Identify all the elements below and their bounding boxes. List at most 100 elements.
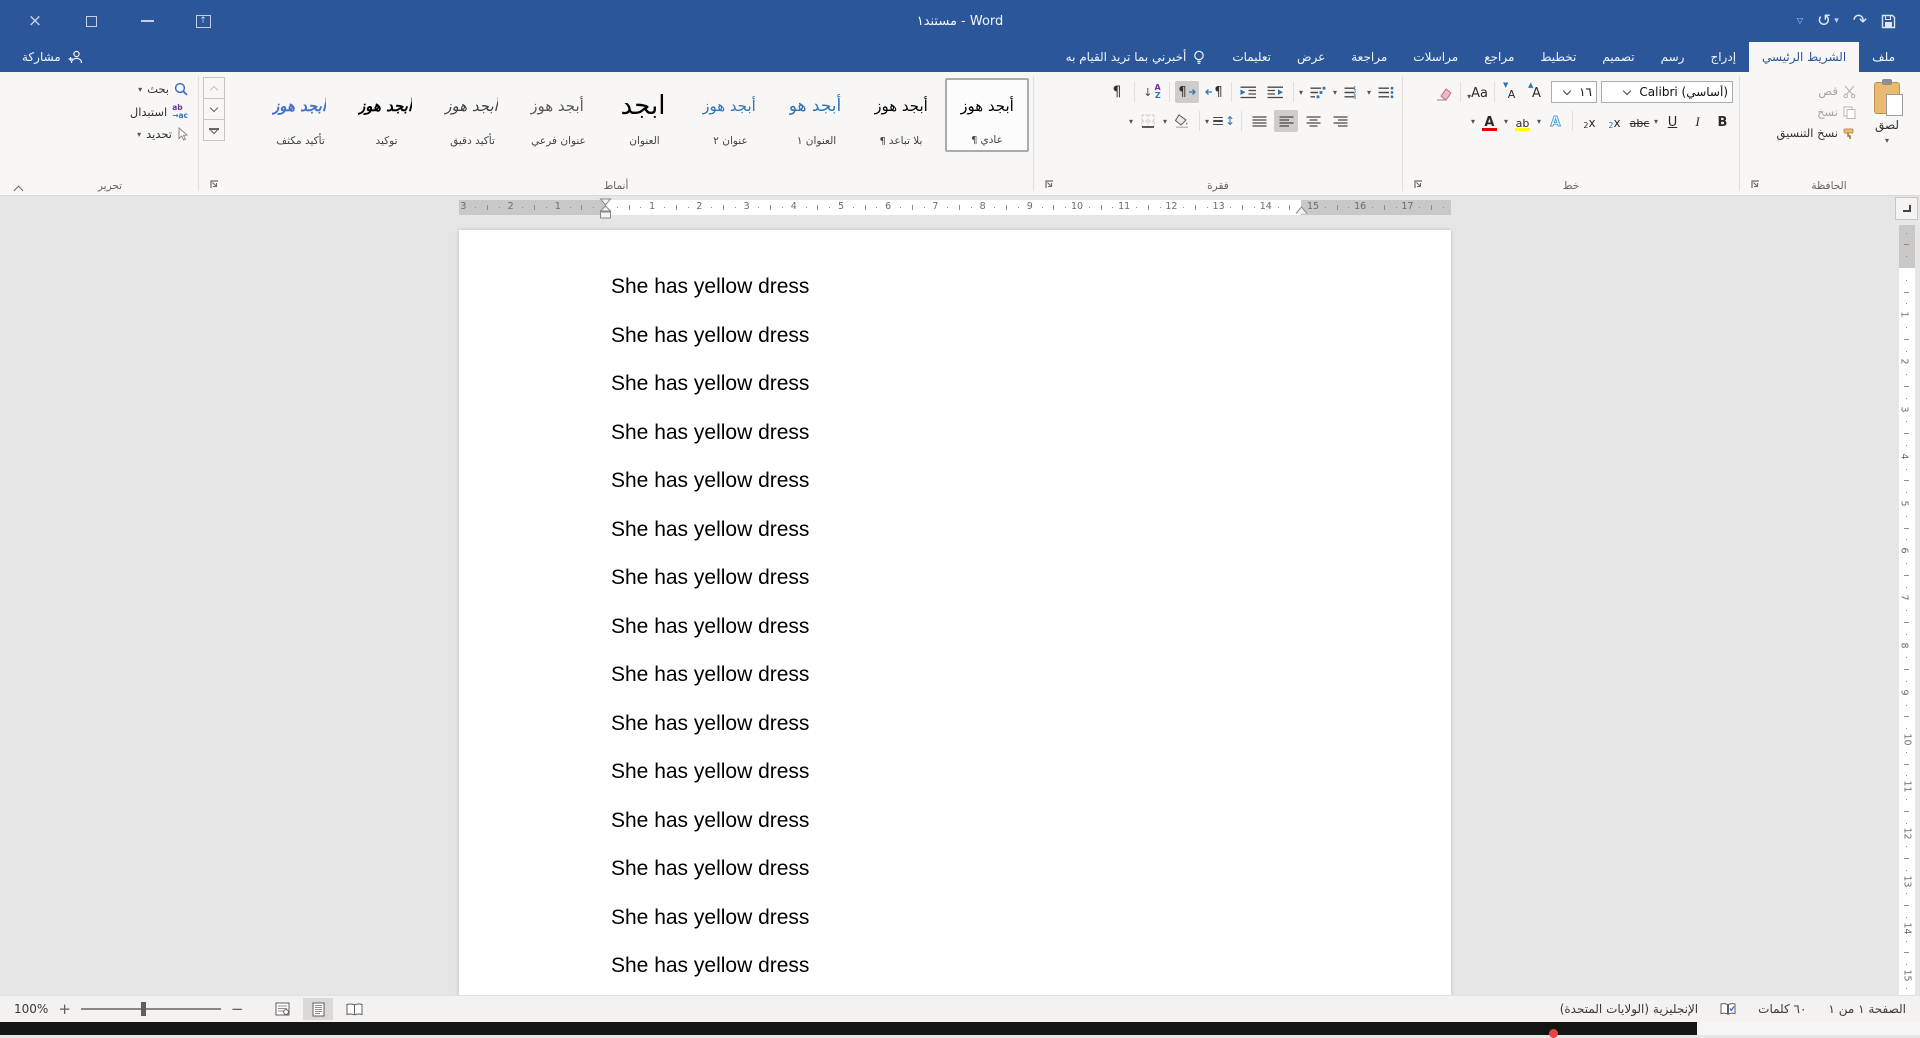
document-line[interactable]: She has yellow dress — [611, 506, 1451, 555]
document-line[interactable]: She has yellow dress — [611, 845, 1451, 894]
style-item-2[interactable]: أبجد هوز بلا تباعد¶ — [859, 78, 943, 152]
chevron-down-icon[interactable] — [1619, 91, 1635, 94]
style-item-4[interactable]: أبجد هوز عنوان ٢ — [687, 78, 771, 152]
paste-button[interactable]: لصق ▾ — [1860, 74, 1914, 170]
style-item-8[interactable]: أبجد هوز توكيد — [343, 78, 427, 152]
style-item-1[interactable]: أبجد هوز عادي¶ — [945, 78, 1029, 152]
zoom-level[interactable]: 100% — [14, 1002, 48, 1016]
tab-file[interactable]: ملف — [1859, 42, 1908, 72]
tab-help[interactable]: تعليمات — [1219, 42, 1284, 72]
justify-button[interactable] — [1247, 110, 1271, 132]
clear-formatting-button[interactable]: A — [1433, 81, 1454, 103]
copy-button[interactable]: نسخ — [1777, 105, 1857, 119]
align-left-button[interactable] — [1274, 110, 1298, 132]
document-line[interactable]: She has yellow dress — [611, 312, 1451, 361]
styles-more-button[interactable] — [203, 119, 225, 141]
bold-button[interactable]: B — [1712, 110, 1733, 132]
tab-view[interactable]: عرض — [1284, 42, 1338, 72]
subscript-button[interactable]: x2 — [1604, 110, 1625, 132]
document-body[interactable]: She has yellow dressShe has yellow dress… — [459, 230, 1451, 991]
proofing-status-button[interactable] — [1720, 1002, 1736, 1016]
zoom-slider[interactable] — [81, 1008, 221, 1010]
rtl-text-direction-button[interactable]: ¶ — [1202, 81, 1226, 103]
underline-button[interactable]: U — [1662, 110, 1683, 132]
document-line[interactable]: She has yellow dress — [611, 894, 1451, 943]
underline-dropdown-caret-icon[interactable]: ▾ — [1654, 117, 1658, 126]
style-item-7[interactable]: أبجد هوز تأكيد دقيق — [429, 78, 513, 152]
document-line[interactable]: She has yellow dress — [611, 700, 1451, 749]
document-line[interactable]: She has yellow dress — [611, 942, 1451, 991]
save-button[interactable] — [1881, 14, 1896, 29]
document-line[interactable]: She has yellow dress — [611, 457, 1451, 506]
undo-button[interactable]: ↺▾ — [1817, 13, 1839, 30]
document-line[interactable]: She has yellow dress — [611, 748, 1451, 797]
shading-dropdown-caret-icon[interactable]: ▾ — [1163, 117, 1167, 126]
numbering-button[interactable]: 123 — [1340, 81, 1364, 103]
web-layout-view-button[interactable] — [267, 998, 297, 1020]
font-color-dropdown-caret-icon[interactable]: ▾ — [1471, 117, 1475, 126]
print-layout-view-button[interactable] — [303, 998, 333, 1020]
tab-mailings[interactable]: مراسلات — [1400, 42, 1471, 72]
tab-layout[interactable]: تخطيط — [1527, 42, 1589, 72]
redo-button[interactable]: ↷ — [1853, 13, 1867, 30]
multilevel-list-button[interactable] — [1306, 81, 1330, 103]
borders-dropdown-caret-icon[interactable]: ▾ — [1129, 117, 1133, 126]
qat-customize-button[interactable]: ▽ — [1797, 17, 1803, 25]
numbering-dropdown-caret-icon[interactable]: ▾ — [1333, 88, 1337, 97]
document-area[interactable]: 1231234567891011121314151617 12345678910… — [0, 196, 1920, 995]
tab-stop-selector[interactable] — [1895, 197, 1918, 220]
page-indicator[interactable]: الصفحة ١ من ١ — [1828, 1002, 1906, 1016]
line-spacing-button[interactable]: ↕ — [1212, 110, 1236, 132]
shrink-font-button[interactable]: A▼ — [1501, 81, 1522, 103]
document-page[interactable]: She has yellow dressShe has yellow dress… — [459, 230, 1451, 995]
align-right-button[interactable] — [1328, 110, 1352, 132]
line-spacing-dropdown-caret-icon[interactable]: ▾ — [1205, 117, 1209, 126]
zoom-out-button[interactable]: − — [231, 1002, 244, 1017]
highlight-dropdown-caret-icon[interactable]: ▾ — [1504, 117, 1508, 126]
read-mode-view-button[interactable] — [339, 998, 369, 1020]
vertical-ruler[interactable]: 123456789101112131415 — [1899, 225, 1915, 995]
tab-design[interactable]: تصميم — [1589, 42, 1647, 72]
document-line[interactable]: She has yellow dress — [611, 651, 1451, 700]
document-line[interactable]: She has yellow dress — [611, 797, 1451, 846]
text-effects-dropdown-caret-icon[interactable]: ▾ — [1537, 117, 1541, 126]
select-button[interactable]: تحديد ▾ — [26, 127, 194, 141]
font-size-combo[interactable]: ١٦ — [1551, 81, 1597, 103]
tab-review[interactable]: مراجعة — [1338, 42, 1400, 72]
strikethrough-button[interactable]: abc — [1629, 110, 1650, 132]
font-name-combo[interactable]: Calibri (أساسي) — [1601, 81, 1733, 103]
ltr-text-direction-button[interactable]: ¶ — [1175, 81, 1199, 103]
style-item-5[interactable]: ابجد العنوان — [601, 78, 685, 152]
indent-markers-icon[interactable] — [599, 198, 612, 219]
horizontal-ruler[interactable]: 1231234567891011121314151617 — [459, 200, 1451, 215]
share-button[interactable]: مشاركة — [0, 42, 105, 72]
bullets-button[interactable] — [1374, 81, 1398, 103]
document-line[interactable]: She has yellow dress — [611, 360, 1451, 409]
styles-scroll-down-button[interactable] — [203, 98, 225, 120]
style-item-3[interactable]: أبجد هو العنوان ١ — [773, 78, 857, 152]
replace-button[interactable]: ab→ac استبدال — [26, 104, 194, 119]
italic-button[interactable]: I — [1687, 110, 1708, 132]
align-center-button[interactable] — [1301, 110, 1325, 132]
font-color-button[interactable]: A — [1479, 110, 1500, 132]
superscript-button[interactable]: x2 — [1579, 110, 1600, 132]
document-line[interactable]: She has yellow dress — [611, 409, 1451, 458]
styles-scroll-up-button[interactable] — [203, 77, 225, 99]
zoom-slider-thumb[interactable] — [141, 1002, 146, 1016]
highlight-color-button[interactable]: ab — [1512, 110, 1533, 132]
decrease-indent-button[interactable] — [1264, 81, 1288, 103]
document-line[interactable]: She has yellow dress — [611, 554, 1451, 603]
text-effects-button[interactable]: A — [1545, 110, 1566, 132]
multilevel-dropdown-caret-icon[interactable]: ▾ — [1299, 88, 1303, 97]
zoom-in-button[interactable]: + — [58, 1002, 71, 1017]
word-count[interactable]: ٦٠ كلمات — [1758, 1002, 1806, 1016]
cut-button[interactable]: قص — [1777, 84, 1857, 98]
tab-references[interactable]: مراجع — [1471, 42, 1527, 72]
language-indicator[interactable]: الإنجليزية (الولايات المتحدة) — [1560, 1002, 1698, 1016]
chevron-down-icon[interactable] — [1559, 91, 1575, 94]
style-item-6[interactable]: أبجد هوز عنوان فرعي — [515, 78, 599, 152]
sort-button[interactable]: A Z ↓ — [1140, 81, 1164, 103]
bullets-dropdown-caret-icon[interactable]: ▾ — [1367, 88, 1371, 97]
borders-button[interactable] — [1136, 110, 1160, 132]
tab-insert[interactable]: إدراج — [1697, 42, 1749, 72]
